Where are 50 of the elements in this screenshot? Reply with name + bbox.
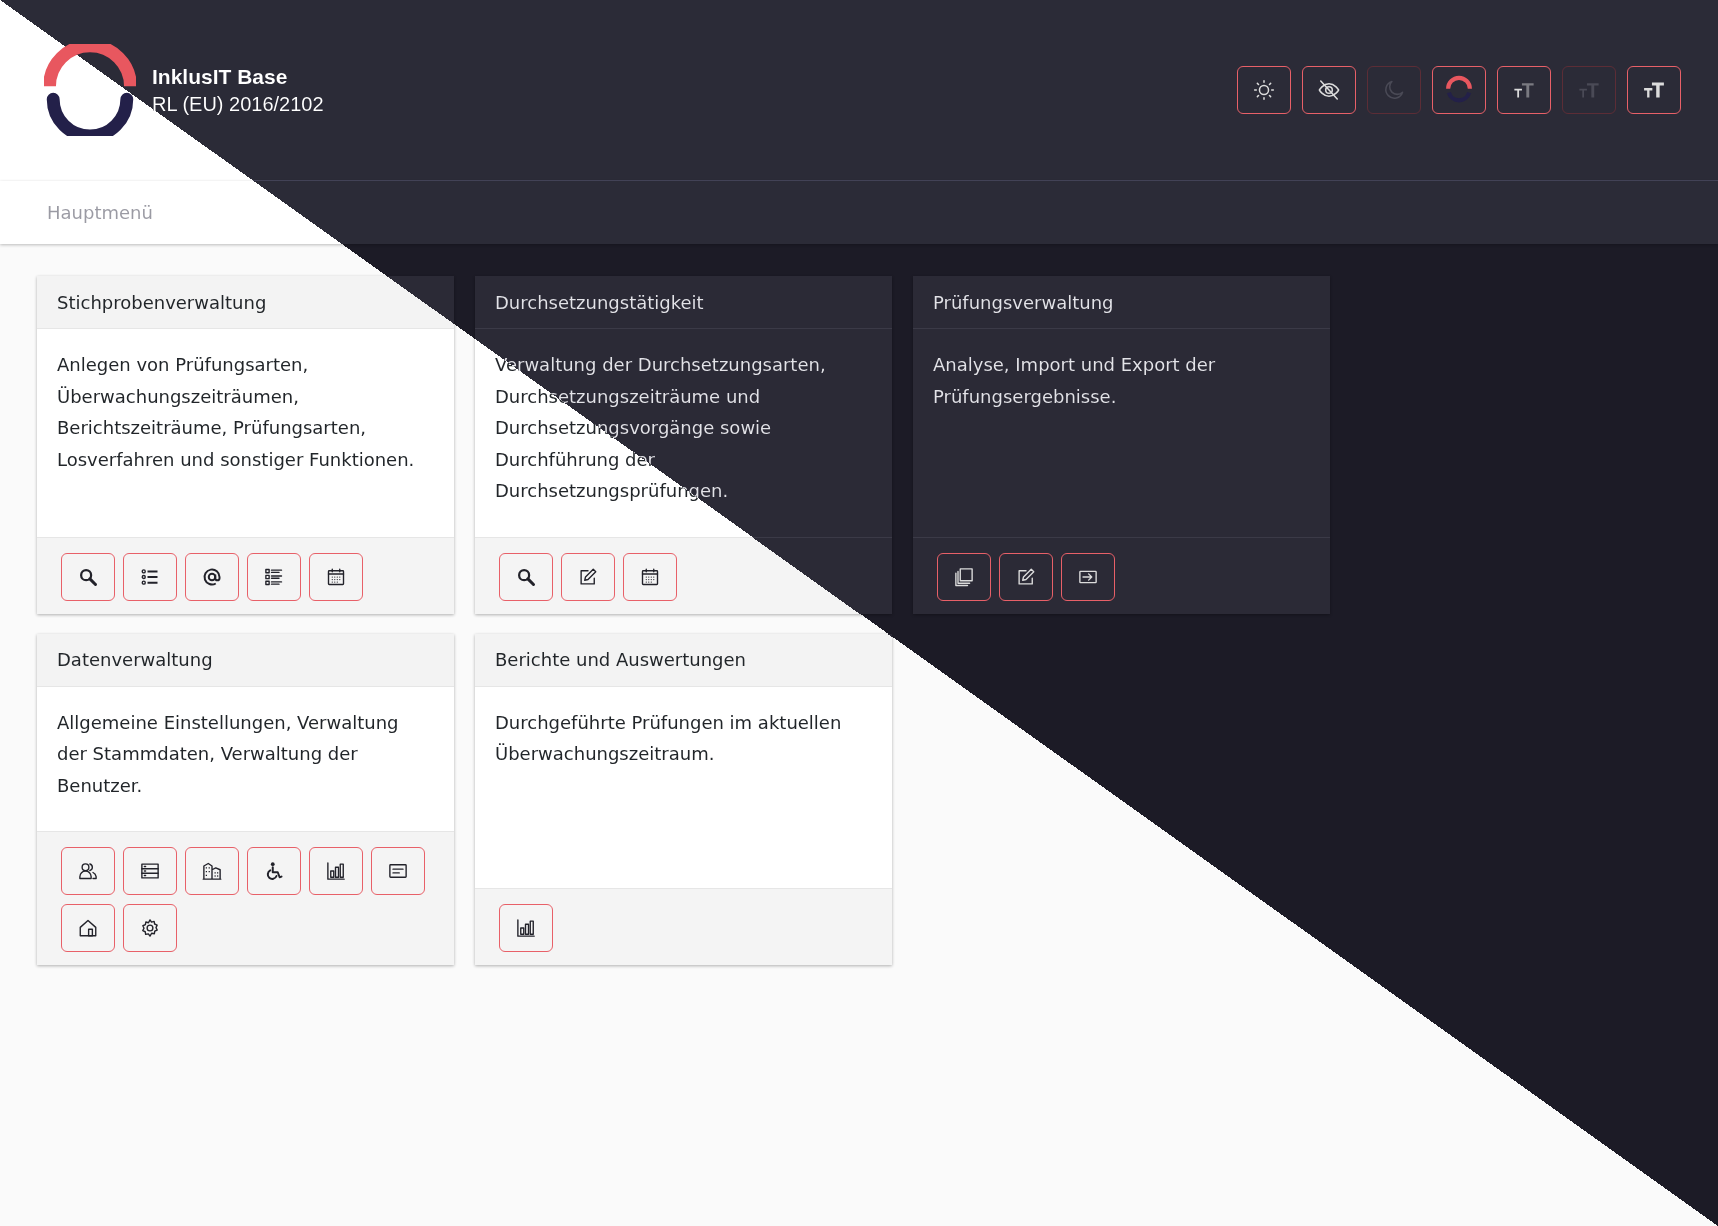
enter-button[interactable]	[1061, 552, 1115, 601]
bar-chart-button[interactable]	[499, 904, 553, 952]
people-button[interactable]	[61, 847, 115, 895]
wheelchair-icon	[264, 861, 284, 881]
card-icon	[388, 861, 408, 881]
search-button[interactable]	[499, 552, 553, 601]
settings-icon	[140, 918, 160, 938]
list-button[interactable]	[123, 552, 177, 601]
text-size-button[interactable]	[1627, 66, 1681, 114]
logo-button[interactable]	[1432, 66, 1486, 114]
checklist-icon	[264, 566, 284, 587]
bar-chart-icon	[326, 861, 346, 881]
eye-slash-button[interactable]	[1302, 66, 1356, 114]
text-size-icon	[1643, 79, 1665, 101]
house-button[interactable]	[61, 904, 115, 952]
at-sign-icon	[202, 566, 222, 587]
people-icon	[78, 861, 98, 881]
wheelchair-button[interactable]	[247, 847, 301, 895]
calendar-icon	[640, 566, 660, 587]
settings-button[interactable]	[123, 904, 177, 952]
copy-button[interactable]	[937, 552, 991, 601]
search-button[interactable]	[61, 552, 115, 601]
edit-button[interactable]	[999, 552, 1053, 601]
calendar-button[interactable]	[309, 552, 363, 601]
edit-button[interactable]	[561, 552, 615, 601]
search-icon	[78, 566, 98, 587]
rows-icon	[140, 861, 160, 881]
bar-chart-button[interactable]	[309, 847, 363, 895]
search-icon	[516, 566, 536, 587]
card-button[interactable]	[371, 847, 425, 895]
edit-icon	[1016, 566, 1036, 587]
buildings-icon	[202, 861, 222, 881]
rows-button[interactable]	[123, 847, 177, 895]
logo-icon	[44, 44, 136, 136]
bar-chart-icon	[516, 918, 536, 938]
sun-button[interactable]	[1237, 66, 1291, 114]
moon-icon	[1383, 79, 1405, 101]
house-icon	[78, 918, 98, 938]
list-icon	[140, 566, 160, 587]
eye-slash-icon	[1318, 79, 1340, 101]
text-size-button[interactable]	[1497, 66, 1551, 114]
checklist-button[interactable]	[247, 552, 301, 601]
calendar-button[interactable]	[623, 552, 677, 601]
at-sign-button[interactable]	[185, 552, 239, 601]
sun-icon	[1253, 79, 1275, 101]
logo-icon	[1444, 75, 1474, 105]
calendar-icon	[326, 566, 346, 587]
copy-icon	[954, 566, 974, 587]
edit-icon	[578, 566, 598, 587]
buildings-button[interactable]	[185, 847, 239, 895]
